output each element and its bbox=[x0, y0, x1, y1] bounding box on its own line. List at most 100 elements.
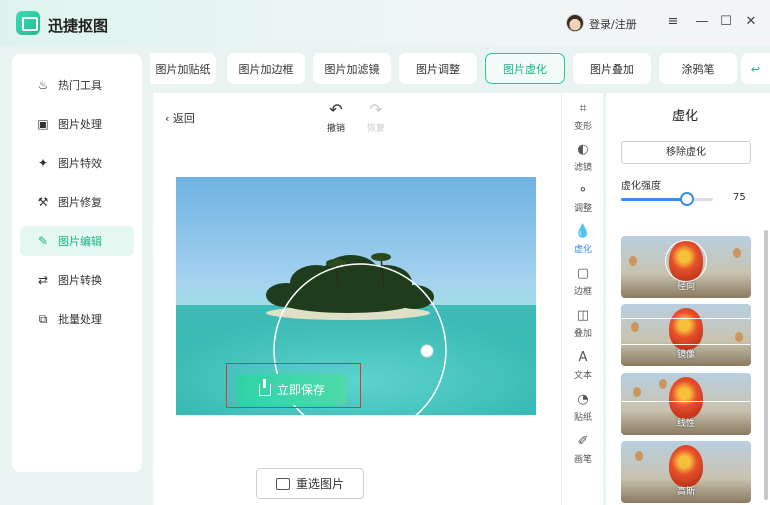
download-icon bbox=[258, 378, 271, 396]
mirror-top-line bbox=[621, 318, 751, 319]
tool-blur[interactable]: 💧 虚化 bbox=[562, 224, 604, 255]
tool-adjust[interactable]: ⚬ 调整 bbox=[562, 183, 604, 214]
tab-filter[interactable]: 图片加滤镜 bbox=[313, 53, 391, 84]
sidebar-item-label: 图片处理 bbox=[58, 118, 102, 131]
preset-linear[interactable]: 线性 bbox=[621, 373, 751, 435]
sidebar-item-label: 批量处理 bbox=[58, 313, 102, 326]
sidebar-item-hot-tools[interactable]: ♨ 热门工具 bbox=[20, 70, 134, 100]
sidebar-item-label: 热门工具 bbox=[58, 79, 102, 92]
frame-icon: ▢ bbox=[576, 266, 590, 281]
sparkle-icon: ✦ bbox=[37, 156, 49, 170]
remove-blur-button[interactable]: 移除虚化 bbox=[621, 141, 751, 164]
preset-label: 线性 bbox=[676, 419, 695, 429]
convert-icon: ⇄ bbox=[37, 273, 49, 287]
tool-transform[interactable]: ⌗ 变形 bbox=[562, 101, 604, 132]
tool-label: 虚化 bbox=[573, 245, 592, 255]
small-balloon bbox=[631, 322, 639, 332]
linear-line bbox=[621, 401, 751, 402]
blur-intensity-label: 虚化强度 bbox=[621, 181, 661, 192]
preset-label: 高斯 bbox=[676, 487, 695, 497]
small-balloon bbox=[735, 332, 743, 342]
adjust-icon: ⚬ bbox=[577, 183, 589, 198]
slider-handle[interactable] bbox=[680, 192, 695, 206]
tool-label: 边框 bbox=[573, 287, 592, 297]
overlay-icon: ◫ bbox=[576, 308, 590, 323]
back-label: 返回 bbox=[172, 112, 195, 125]
wrench-icon: ⚒ bbox=[37, 195, 49, 209]
preset-label: 径向 bbox=[676, 282, 695, 292]
sidebar-item-image-convert[interactable]: ⇄ 图片转换 bbox=[20, 265, 134, 295]
edit-icon: ✎ bbox=[37, 234, 49, 248]
tool-brush[interactable]: ✐ 画笔 bbox=[562, 434, 604, 465]
crop-icon: ⌗ bbox=[579, 101, 587, 116]
tool-overlay[interactable]: ◫ 叠加 bbox=[562, 308, 604, 339]
tab-sticker[interactable]: 图片加贴纸 bbox=[150, 53, 216, 84]
sidebar-item-image-repair[interactable]: ⚒ 图片修复 bbox=[20, 187, 134, 217]
login-link[interactable]: 登录/注册 bbox=[589, 16, 637, 32]
batch-icon: ⧉ bbox=[38, 312, 48, 326]
reselect-image-button[interactable]: 重选图片 bbox=[256, 468, 364, 499]
small-balloon bbox=[733, 248, 741, 258]
balloon-image bbox=[669, 445, 703, 487]
app-logo-icon bbox=[16, 11, 40, 35]
tab-border[interactable]: 图片加边框 bbox=[227, 53, 305, 84]
close-icon[interactable]: ✕ bbox=[743, 14, 759, 30]
tab-adjust[interactable]: 图片调整 bbox=[399, 53, 477, 84]
redo-icon: ↷ bbox=[369, 100, 383, 119]
tool-text[interactable]: A 文本 bbox=[562, 350, 604, 381]
undo-button[interactable]: ↶ 撤销 bbox=[323, 100, 349, 135]
sidebar-item-label: 图片编辑 bbox=[58, 235, 102, 248]
sidebar-item-label: 图片特效 bbox=[58, 157, 102, 170]
tool-label: 调整 bbox=[573, 204, 592, 214]
tab-overlay[interactable]: 图片叠加 bbox=[573, 53, 651, 84]
preset-radial[interactable]: 径向 bbox=[621, 236, 751, 298]
sidebar-item-label: 图片修复 bbox=[58, 196, 102, 209]
radial-ring-icon bbox=[665, 240, 707, 282]
minimize-icon[interactable]: — bbox=[694, 14, 710, 30]
tool-filter[interactable]: ◐ 滤镜 bbox=[562, 142, 604, 173]
brush-icon: ✐ bbox=[577, 434, 589, 449]
sidebar-item-image-edit[interactable]: ✎ 图片编辑 bbox=[20, 226, 134, 256]
blur-handle[interactable] bbox=[420, 344, 434, 358]
tab-doodle[interactable]: 涂鸦笔 bbox=[659, 53, 737, 84]
maximize-icon[interactable]: ☐ bbox=[718, 14, 734, 30]
blur-drop-icon: 💧 bbox=[574, 224, 592, 239]
sticker-icon: ◔ bbox=[577, 392, 589, 407]
redo-button[interactable]: ↷ 恢复 bbox=[363, 100, 389, 135]
chevron-left-icon: ‹ bbox=[165, 112, 173, 125]
title-bar: 迅捷抠图 登录/注册 ≡ — ☐ ✕ bbox=[0, 0, 770, 46]
filter-icon: ◐ bbox=[577, 142, 589, 157]
small-balloon bbox=[635, 451, 643, 461]
tool-label: 贴纸 bbox=[573, 413, 592, 423]
tool-label: 叠加 bbox=[573, 329, 592, 339]
back-button[interactable]: ‹ 返回 bbox=[165, 110, 195, 126]
balloon-image bbox=[669, 377, 703, 419]
menu-icon[interactable]: ≡ bbox=[665, 14, 681, 30]
undo-icon: ↶ bbox=[329, 100, 343, 119]
tab-blur[interactable]: 图片虚化 bbox=[485, 53, 565, 84]
tool-sticker[interactable]: ◔ 贴纸 bbox=[562, 392, 604, 423]
tool-label: 文本 bbox=[573, 371, 592, 381]
editor-panel: ‹ 返回 ↶ 撤销 ↷ 恢复 重选图片 bbox=[153, 93, 561, 505]
blur-settings-panel: 虚化 移除虚化 虚化强度 75 径向 镜像 线性 高斯 bbox=[606, 93, 770, 505]
save-label: 立即保存 bbox=[276, 383, 325, 397]
panel-title: 虚化 bbox=[671, 109, 698, 124]
tab-scroll-icon[interactable]: ↩ bbox=[741, 53, 770, 84]
preset-gaussian[interactable]: 高斯 bbox=[621, 441, 751, 503]
tool-label: 变形 bbox=[573, 122, 592, 132]
sidebar-item-image-processing[interactable]: ▣ 图片处理 bbox=[20, 109, 134, 139]
sidebar-item-image-effects[interactable]: ✦ 图片特效 bbox=[20, 148, 134, 178]
avatar[interactable] bbox=[566, 14, 584, 32]
sidebar: ♨ 热门工具 ▣ 图片处理 ✦ 图片特效 ⚒ 图片修复 ✎ 图片编辑 ⇄ 图片转… bbox=[12, 54, 142, 472]
mirror-bottom-line bbox=[621, 344, 751, 345]
panel-scrollbar[interactable] bbox=[764, 230, 768, 500]
small-balloon bbox=[629, 256, 637, 266]
sidebar-item-batch[interactable]: ⧉ 批量处理 bbox=[20, 304, 134, 334]
tool-column: ⌗ 变形 ◐ 滤镜 ⚬ 调整 💧 虚化 ▢ 边框 ◫ 叠加 A 文本 ◔ 贴纸 … bbox=[561, 93, 603, 505]
preset-mirror[interactable]: 镜像 bbox=[621, 304, 751, 366]
sidebar-item-label: 图片转换 bbox=[58, 274, 102, 287]
image-edit-icon: ▣ bbox=[37, 117, 49, 131]
save-now-button[interactable]: 立即保存 bbox=[237, 374, 347, 405]
blur-intensity-slider[interactable] bbox=[621, 192, 713, 206]
tool-frame[interactable]: ▢ 边框 bbox=[562, 266, 604, 297]
